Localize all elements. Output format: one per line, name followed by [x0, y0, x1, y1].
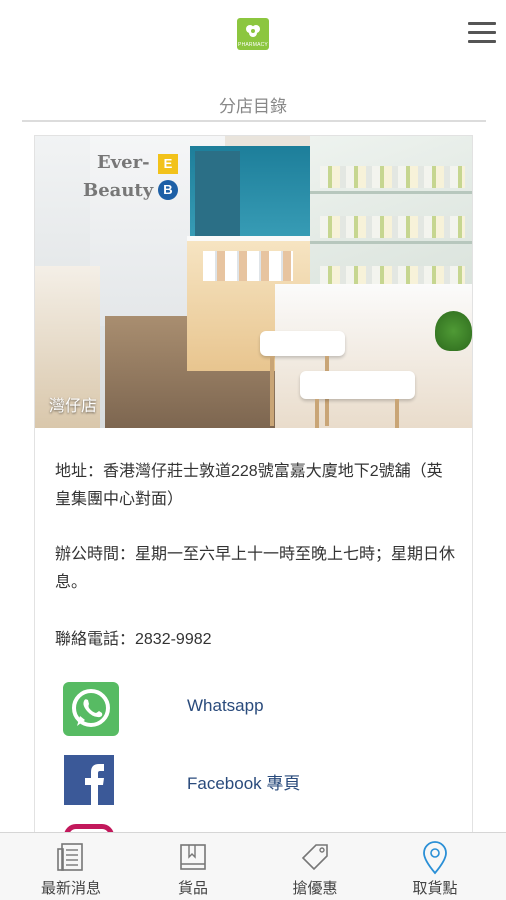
leaf-logo-icon: [246, 25, 260, 37]
hamburger-menu-icon[interactable]: [468, 22, 496, 46]
facebook-icon[interactable]: [64, 755, 114, 805]
location-pin-icon: [423, 841, 447, 875]
book-icon: [180, 844, 206, 870]
store-address: 地址：香港灣仔莊士敦道228號富嘉大廈地下2號舖（英皇集團中心對面）: [55, 463, 443, 508]
store-phone[interactable]: 聯絡電話：2832-9982: [55, 626, 455, 654]
page-title: 分店目錄: [219, 97, 287, 116]
nav-deals[interactable]: 搶優惠: [252, 833, 378, 900]
store-photo[interactable]: Ever- Beauty E B 灣仔店: [35, 136, 472, 428]
pharmacy-logo[interactable]: PHARMACY: [237, 18, 269, 50]
price-tag-icon: [301, 844, 328, 871]
sign-badge-e: E: [158, 154, 178, 174]
nav-products[interactable]: 貨品: [130, 833, 256, 900]
whatsapp-label[interactable]: Whatsapp: [187, 696, 264, 716]
bottom-navigation: 最新消息 貨品 搶優惠 取貨點: [0, 832, 506, 900]
facebook-link[interactable]: Facebook 專頁: [55, 753, 455, 813]
nav-products-label: 貨品: [177, 880, 208, 897]
whatsapp-link[interactable]: Whatsapp: [55, 680, 455, 740]
logo-tagline: PHARMACY: [238, 42, 268, 48]
sign-text-beauty: Beauty: [83, 180, 154, 201]
nav-news[interactable]: 最新消息: [8, 833, 134, 900]
nav-pickup-points-label: 取貨點: [412, 880, 458, 897]
top-bar: PHARMACY: [0, 0, 506, 70]
nav-news-label: 最新消息: [40, 880, 101, 897]
title-divider: [22, 120, 486, 122]
stool: [260, 331, 345, 356]
plant: [435, 311, 472, 351]
store-hours: 辦公時間：星期一至六早上十一時至晚上七時；星期日休息。: [55, 546, 456, 591]
sign-text-ever: Ever-: [97, 152, 150, 173]
nav-deals-label: 搶優惠: [292, 880, 338, 897]
facebook-label[interactable]: Facebook 專頁: [187, 769, 300, 794]
store-name-caption: 灣仔店: [49, 398, 98, 415]
sign-badge-b: B: [158, 180, 178, 200]
stool: [300, 371, 415, 399]
nav-pickup-points[interactable]: 取貨點: [372, 833, 498, 900]
newspaper-icon: [57, 843, 83, 871]
whatsapp-icon[interactable]: [63, 682, 119, 736]
store-card: Ever- Beauty E B 灣仔店 地址：香港灣仔莊士敦道228號富嘉大廈…: [34, 135, 473, 874]
